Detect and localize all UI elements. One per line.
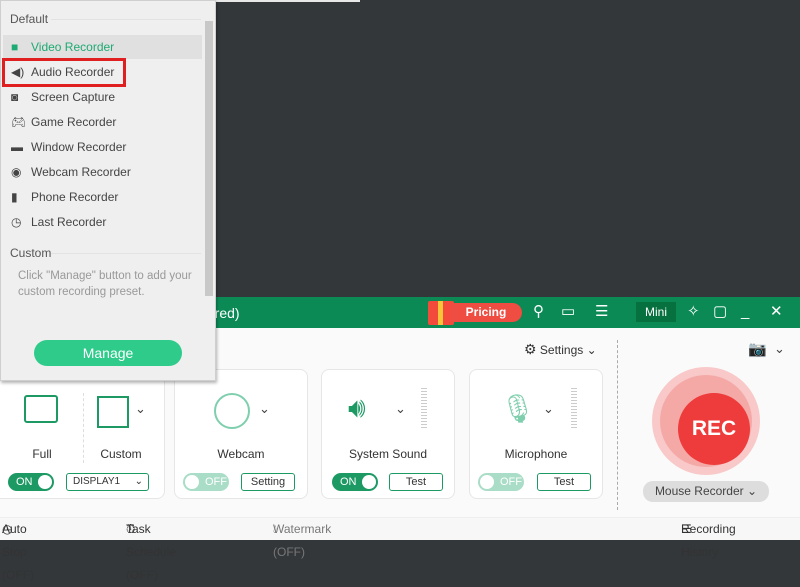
task-schedule-label: Task Schedule (OFF) — [126, 522, 177, 582]
full-screen-icon[interactable] — [24, 395, 58, 423]
speaker-icon[interactable]: 🔊︎ — [348, 392, 366, 425]
display-toggle[interactable]: ON — [8, 473, 54, 491]
menu-item-screen-capture[interactable]: ◙ Screen Capture — [3, 85, 202, 109]
webcam-setting-button[interactable]: Setting — [241, 473, 295, 491]
settings-label: Settings — [539, 343, 584, 357]
feedback-icon[interactable]: ▭ — [561, 303, 575, 321]
menu-item-label: Window Recorder — [31, 140, 127, 154]
menu-item-video-recorder[interactable]: ■ Video Recorder — [3, 35, 202, 59]
custom-region-icon[interactable] — [97, 396, 129, 428]
divider — [51, 253, 201, 254]
system-sound-toggle[interactable]: ON — [332, 473, 378, 491]
recorder-preset-menu: Default ■ Video Recorder ◀) Audio Recorder… — [0, 0, 216, 381]
webcam-label: Webcam — [217, 447, 265, 461]
gamepad-icon: 🎮︎ — [11, 115, 27, 129]
camera-icon: ◙ — [11, 90, 19, 104]
footer-bar: ◷ Auto Stop (OFF) ⏰︎ Task Schedule (OFF)… — [0, 517, 800, 582]
custom-label: Custom — [100, 447, 142, 461]
restore-icon[interactable]: ▢ — [713, 303, 727, 321]
settings-button[interactable]: ⚙ Settings ⌄ — [524, 341, 597, 358]
toggle-label: ON — [340, 476, 357, 488]
phone-icon: ▮ — [11, 190, 18, 204]
microphone-label: Microphone — [504, 447, 568, 461]
system-sound-label: System Sound — [348, 447, 428, 461]
volume-meter — [571, 388, 577, 430]
toggle-label: ON — [16, 476, 33, 488]
microphone-toggle[interactable]: OFF — [478, 473, 524, 491]
webcam-off-icon[interactable] — [214, 393, 250, 429]
divider — [617, 340, 618, 510]
menu-item-label: Video Recorder — [31, 40, 115, 54]
recorder-mode-select[interactable]: Mouse Recorder ⌄ — [643, 481, 769, 502]
chevron-down-icon: ⌄ — [134, 476, 143, 487]
auto-stop-label: Auto Stop (OFF) — [2, 522, 34, 582]
screenshot-camera-icon[interactable]: 📷 — [748, 340, 767, 358]
menu-item-phone-recorder[interactable]: ▮ Phone Recorder — [3, 185, 202, 209]
full-label: Full — [32, 447, 52, 461]
rec-button[interactable]: REC — [678, 393, 750, 465]
minimize-icon[interactable]: _ — [741, 303, 749, 321]
pricing-label: Pricing — [450, 303, 522, 322]
menu-item-game-recorder[interactable]: 🎮︎ Game Recorder — [3, 110, 202, 134]
display-value: DISPLAY1 — [73, 476, 121, 487]
custom-hint: Click "Manage" button to add your custom… — [18, 270, 192, 298]
menu-item-label: Last Recorder — [31, 215, 107, 229]
recording-history-label: Recording History — [681, 522, 736, 559]
chevron-down-icon[interactable]: ⌄ — [543, 401, 554, 417]
watermark-label: Watermark (OFF) — [273, 522, 332, 559]
recorder-mode-label: Mouse Recorder — [654, 484, 744, 498]
gear-icon: ⚙ — [524, 341, 537, 357]
menu-item-webcam-recorder[interactable]: ◉ Webcam Recorder — [3, 160, 202, 184]
highlight-box — [2, 58, 126, 87]
close-icon[interactable]: ✕ — [770, 303, 783, 321]
manage-button[interactable]: Manage — [34, 340, 182, 366]
chevron-down-icon[interactable]: ⌄ — [395, 401, 406, 417]
window-icon: ▬ — [11, 140, 23, 154]
menu-item-label: Game Recorder — [31, 115, 117, 129]
divider — [83, 393, 84, 463]
display-select[interactable]: DISPLAY1 ⌄ — [66, 473, 149, 491]
menu-item-last-recorder[interactable]: ◷ Last Recorder — [3, 210, 202, 234]
menu-item-label: Webcam Recorder — [31, 165, 131, 179]
webcam-toggle[interactable]: OFF — [183, 473, 229, 491]
custom-section-label: Custom — [10, 246, 52, 260]
chevron-down-icon: ⌄ — [747, 484, 758, 498]
rec-button-halo: REC — [652, 367, 760, 475]
menu-item-label: Screen Capture — [31, 90, 116, 104]
system-sound-test-button[interactable]: Test — [389, 473, 443, 491]
webcam-icon: ◉ — [11, 165, 22, 179]
toggle-label: OFF — [500, 476, 522, 488]
chevron-down-icon: ⌄ — [586, 343, 597, 357]
toggle-label: OFF — [205, 476, 227, 488]
video-icon: ■ — [11, 40, 19, 54]
divider — [51, 19, 201, 20]
volume-meter — [421, 388, 427, 430]
mini-button[interactable]: Mini — [636, 302, 676, 322]
default-section-label: Default — [10, 12, 49, 26]
chevron-down-icon[interactable]: ⌄ — [774, 341, 785, 357]
clock-icon: ◷ — [11, 215, 22, 229]
scrollbar[interactable] — [205, 21, 213, 296]
microphone-test-button[interactable]: Test — [537, 473, 591, 491]
key-icon[interactable]: ⚲ — [533, 303, 544, 321]
microphone-off-icon[interactable]: 🎙︎ — [500, 392, 536, 425]
pin-icon[interactable]: ✧ — [687, 303, 700, 321]
pricing-button[interactable]: Pricing — [428, 301, 522, 325]
chevron-down-icon[interactable]: ⌄ — [135, 401, 146, 417]
menu-icon[interactable]: ☰ — [595, 303, 608, 321]
menu-item-window-recorder[interactable]: ▬ Window Recorder — [3, 135, 202, 159]
chevron-down-icon[interactable]: ⌄ — [259, 401, 270, 417]
menu-item-label: Phone Recorder — [31, 190, 119, 204]
